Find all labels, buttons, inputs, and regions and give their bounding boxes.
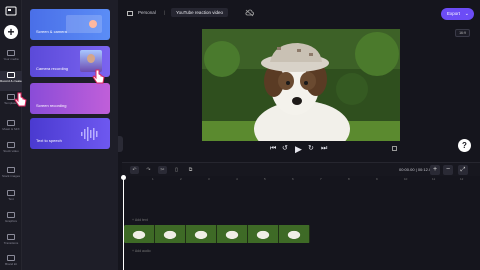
clip-frame <box>248 225 279 243</box>
clip-frame <box>124 225 155 243</box>
zoom-in-button[interactable]: + <box>430 165 440 175</box>
video-clip[interactable] <box>124 225 310 243</box>
undo-button[interactable]: ↶ <box>130 166 139 174</box>
timeline-tracks: + Add text + Add audio <box>122 184 480 270</box>
camera-icon <box>7 72 15 78</box>
dog-video-frame <box>202 29 400 141</box>
project-thumbnail-icon <box>127 11 133 16</box>
shapes-icon <box>7 212 15 218</box>
text-to-speech-card[interactable]: Text to speech <box>30 118 110 149</box>
video-preview[interactable] <box>202 29 400 141</box>
fit-timeline-button[interactable]: ⤢ <box>458 165 468 175</box>
hand-cursor-icon <box>14 92 27 107</box>
forward-5s-button[interactable]: ↻ <box>308 144 314 154</box>
rewind-5s-button[interactable]: ↺ <box>282 144 288 154</box>
text-icon <box>7 190 15 196</box>
timeline-ruler[interactable]: 0 1 2 3 4 5 6 7 8 9 10 11 12 <box>122 176 480 184</box>
panel-collapse-handle[interactable] <box>118 136 123 152</box>
rail-item-transitions[interactable]: Transitions <box>0 233 22 253</box>
film-icon <box>7 142 15 148</box>
timeline-toolbar: ↶ ↷ ✂ ▯ ⧉ 00:00.00 | 00:12.0 + − ⤢ <box>122 162 480 176</box>
screen-recording-card[interactable]: Screen recording <box>30 83 110 114</box>
rail-item-text[interactable]: Text <box>0 189 22 209</box>
playhead-handle[interactable] <box>121 175 126 180</box>
help-button[interactable]: ? <box>458 139 471 152</box>
transitions-icon <box>7 234 15 240</box>
rail-item-music[interactable]: Music & SFX <box>0 119 22 139</box>
project-title[interactable]: YouTube reaction video <box>171 8 228 17</box>
timeline-playhead[interactable] <box>121 175 126 270</box>
aspect-ratio-button[interactable]: 16:9 <box>455 29 470 37</box>
chevron-down-icon: ⌄ <box>464 11 469 17</box>
breadcrumb-separator: | <box>164 10 166 15</box>
screen-camera-illustration <box>66 15 102 33</box>
fullscreen-icon[interactable] <box>392 146 397 151</box>
rail-item-stock-images[interactable]: Stock images <box>0 166 22 186</box>
brand-kit-icon <box>7 255 15 261</box>
clip-frame <box>186 225 217 243</box>
clip-frame <box>155 225 186 243</box>
skip-to-start-button[interactable]: ⏮ <box>270 144 276 154</box>
record-create-panel: Screen & camera Camera recording Screen … <box>14 0 118 270</box>
rail-item-record-create[interactable]: Record & create <box>0 71 22 91</box>
add-text-track[interactable]: + Add text <box>126 217 476 224</box>
rail-item-your-media[interactable]: Your media <box>0 49 22 69</box>
clip-frame <box>217 225 248 243</box>
rail-item-graphics[interactable]: Graphics <box>0 211 22 231</box>
image-icon <box>7 167 15 173</box>
skip-to-end-button[interactable]: ⏭ <box>321 144 327 154</box>
timecode-display: 00:00.00 | 00:12.0 <box>399 167 432 172</box>
delete-icon[interactable]: ▯ <box>172 166 181 174</box>
add-media-button[interactable]: + <box>4 25 18 39</box>
clipchamp-logo-icon <box>5 6 17 16</box>
top-bar: Personal | YouTube reaction video Export… <box>122 0 480 37</box>
folder-icon <box>7 50 15 56</box>
screen-and-camera-card[interactable]: Screen & camera <box>30 9 110 40</box>
waveform-icon <box>81 127 98 141</box>
clip-frame <box>279 225 310 243</box>
redo-button[interactable]: ↷ <box>144 166 153 174</box>
hand-cursor-icon <box>92 69 105 84</box>
app-window: + Your media Record & create Templates M… <box>0 0 480 270</box>
add-audio-track[interactable]: + Add audio <box>126 248 476 255</box>
play-button[interactable]: ▶ <box>295 144 302 154</box>
split-button[interactable]: ✂ <box>158 166 167 174</box>
breadcrumb-root[interactable]: Personal <box>138 10 156 15</box>
cloud-sync-off-icon <box>245 9 254 17</box>
left-icon-rail: + Your media Record & create Templates M… <box>0 0 22 270</box>
duplicate-icon[interactable]: ⧉ <box>186 166 195 174</box>
export-button[interactable]: Export ⌄ <box>441 8 474 20</box>
rail-item-stock-video[interactable]: Stock video <box>0 141 22 161</box>
rail-item-brand-kit[interactable]: Brand kit <box>0 254 22 270</box>
zoom-out-button[interactable]: − <box>443 165 453 175</box>
music-icon <box>7 120 15 126</box>
